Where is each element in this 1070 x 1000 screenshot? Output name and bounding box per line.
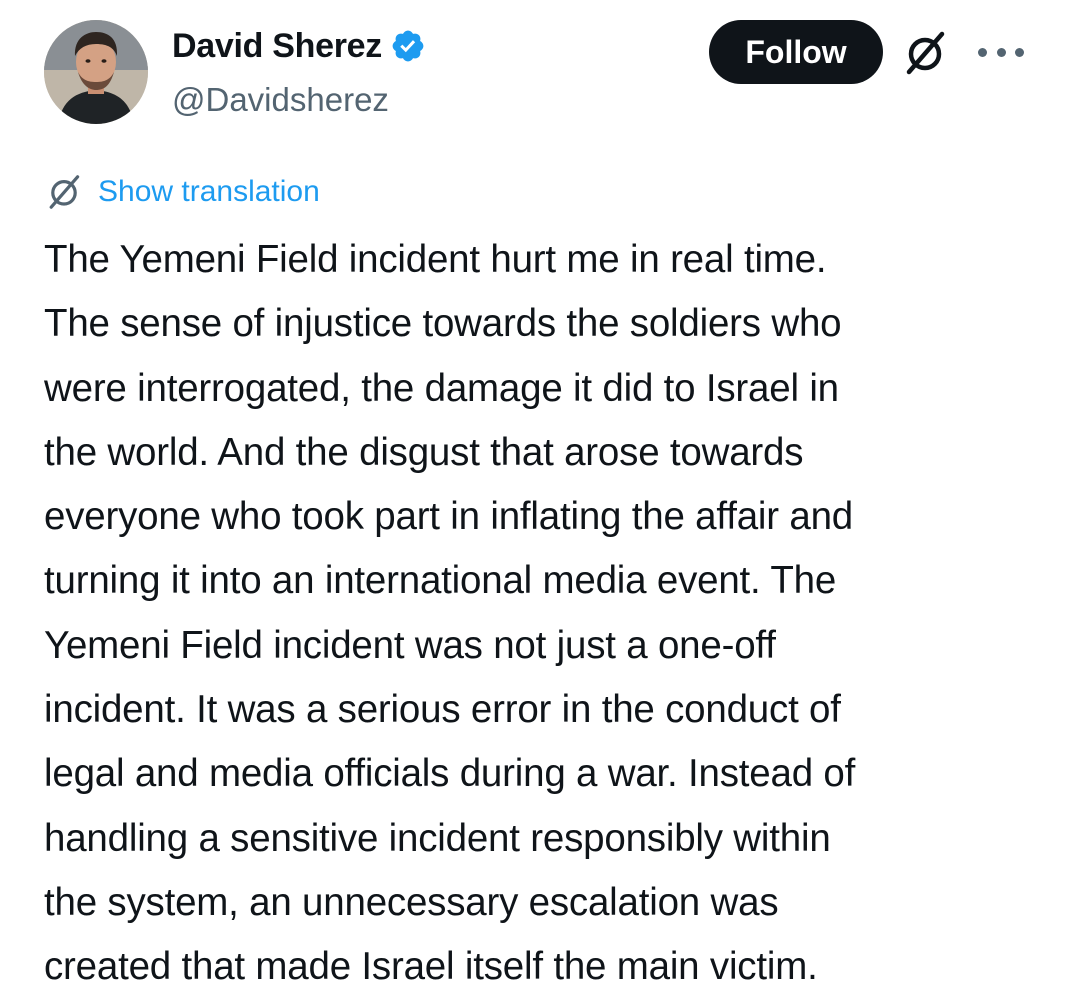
- more-dot: [1015, 47, 1024, 57]
- grok-icon[interactable]: [900, 28, 950, 78]
- more-dot: [978, 47, 987, 57]
- tweet-text-line: The sense of injustice towards the soldi…: [44, 302, 842, 346]
- author-handle[interactable]: @Davidsherez: [172, 80, 389, 120]
- more-dot: [996, 47, 1006, 57]
- tweet-text-line: incident. It was a serious error in the …: [44, 688, 841, 732]
- show-translation-label[interactable]: Show translation: [98, 172, 320, 212]
- tweet-text: The Yemeni Field incident hurt me in rea…: [44, 228, 1054, 1000]
- tweet-text-line: The Yemeni Field incident hurt me in rea…: [44, 238, 827, 281]
- tweet-text-line: handling a sensitive incident responsibl…: [44, 816, 831, 860]
- show-translation-link[interactable]: Show translation: [44, 172, 320, 212]
- author-display-name[interactable]: David Sherez: [172, 26, 382, 66]
- tweet-text-line: created that made Israel itself the main…: [44, 945, 818, 989]
- tweet-text-line: the world. And the disgust that arose to…: [44, 430, 804, 474]
- follow-button[interactable]: Follow: [709, 20, 883, 84]
- tweet-text-line: turning it into an international media e…: [44, 559, 837, 603]
- tweet-text-line: legal and media officials during a war. …: [44, 752, 856, 796]
- tweet-text-line: the system, an unnecessary escalation wa…: [44, 880, 779, 924]
- tweet-text-line: everyone who took part in inflating the …: [44, 495, 854, 539]
- author-name-row[interactable]: David Sherez: [172, 26, 426, 66]
- grok-translate-icon: [49, 175, 80, 209]
- avatar-image: [44, 20, 148, 124]
- more-options-icon[interactable]: [978, 40, 1024, 64]
- tweet-text-line: were interrogated, the damage it did to …: [44, 366, 839, 410]
- verified-badge-icon: [392, 30, 424, 62]
- tweet-text-line: Yemeni Field incident was not just a one…: [44, 623, 776, 667]
- avatar[interactable]: [44, 20, 148, 124]
